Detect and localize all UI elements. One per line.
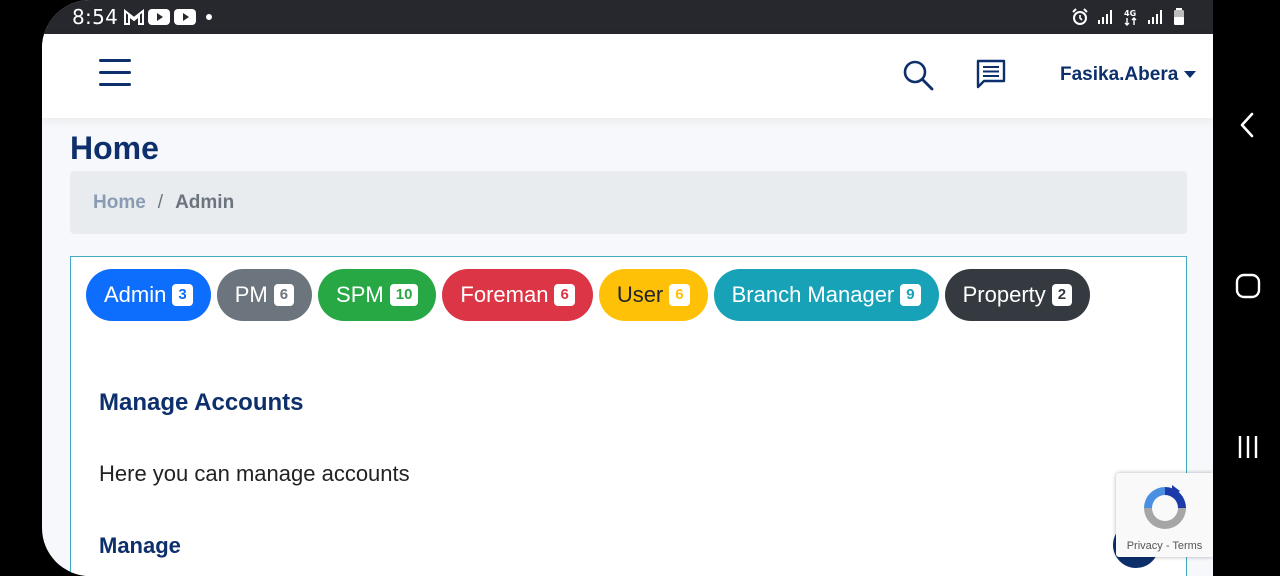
search-icon[interactable] — [902, 59, 934, 91]
status-bar: 8:54 4G — [42, 0, 1213, 34]
role-pill-label: Admin — [104, 282, 167, 307]
battery-icon — [1174, 8, 1184, 25]
hamburger-line — [99, 83, 131, 86]
breadcrumb-home-link[interactable]: Home — [93, 192, 146, 214]
count-badge: 6 — [554, 284, 575, 306]
status-time: 8:54 — [72, 5, 119, 29]
home-icon[interactable] — [1233, 271, 1263, 301]
count-badge: 6 — [669, 284, 690, 306]
role-pill-label: User — [616, 282, 664, 307]
breadcrumb-current: Admin — [175, 191, 235, 213]
user-menu-dropdown[interactable]: Fasika.Abera — [1060, 64, 1197, 86]
manage-subheading: Manage — [99, 533, 181, 558]
count-badge: 3 — [172, 284, 193, 306]
section-heading: Manage Accounts — [99, 389, 304, 416]
recents-icon[interactable] — [1233, 432, 1263, 462]
gmail-icon — [124, 9, 145, 25]
role-pills: Admin 3 PM 6 SPM 10 Foreman 6 User 6 Branch Manage… — [86, 269, 1091, 321]
menu-toggle-button[interactable] — [99, 59, 131, 87]
svg-text:4G: 4G — [1124, 9, 1136, 18]
accounts-card: Admin 3 PM 6 SPM 10 Foreman 6 User 6 Branch Manage… — [70, 256, 1187, 576]
role-pill-label: PM — [234, 282, 268, 307]
caret-down-icon — [1184, 70, 1197, 78]
role-pill-label: Branch Manager — [731, 282, 895, 307]
device-frame: 8:54 4G Fasika.Abera Home Home / Admin A… — [0, 0, 1280, 576]
role-pill-label: SPM — [336, 282, 384, 307]
role-pill-spm[interactable]: SPM 10 — [318, 269, 437, 321]
role-pill-admin[interactable]: Admin 3 — [86, 269, 211, 321]
count-badge: 10 — [389, 284, 419, 306]
system-icons: 4G — [1071, 0, 1185, 34]
notification-icons — [124, 9, 214, 25]
android-nav-bar — [1213, 0, 1280, 576]
4g-icon: 4G — [1124, 9, 1137, 26]
count-badge: 2 — [1051, 284, 1073, 306]
role-pill-pm[interactable]: PM 6 — [216, 269, 313, 321]
role-pill-property[interactable]: Property 2 — [944, 269, 1091, 321]
page-title: Home — [70, 130, 159, 166]
breadcrumb: Home / Admin — [70, 171, 1187, 234]
user-name: Fasika.Abera — [1060, 64, 1179, 85]
signal-icon — [1148, 10, 1162, 24]
breadcrumb-separator: / — [157, 191, 164, 213]
recaptcha-links[interactable]: Privacy - Terms — [1116, 540, 1213, 552]
screen: 8:54 4G Fasika.Abera Home Home / Admin A… — [42, 0, 1213, 576]
back-icon[interactable] — [1233, 110, 1263, 140]
role-pill-label: Property — [962, 282, 1046, 307]
hamburger-line — [99, 59, 131, 62]
role-pill-user[interactable]: User 6 — [598, 269, 708, 321]
alarm-icon — [1072, 8, 1088, 25]
recaptcha-icon — [1144, 485, 1186, 529]
youtube-icon — [148, 9, 171, 25]
role-pill-branch-manager[interactable]: Branch Manager 9 — [713, 269, 939, 321]
role-pill-label: Foreman — [460, 282, 549, 307]
section-description: Here you can manage accounts — [99, 461, 410, 486]
role-pill-foreman[interactable]: Foreman 6 — [442, 269, 593, 321]
hamburger-line — [99, 71, 131, 74]
signal-icon — [1098, 10, 1112, 24]
messages-icon[interactable] — [975, 58, 1007, 90]
recaptcha-badge[interactable]: Privacy - Terms — [1116, 473, 1213, 557]
dot-icon — [206, 14, 213, 20]
top-navbar: Fasika.Abera — [42, 34, 1213, 118]
count-badge: 6 — [273, 284, 295, 306]
youtube-icon — [174, 9, 197, 25]
count-badge: 9 — [900, 284, 921, 306]
